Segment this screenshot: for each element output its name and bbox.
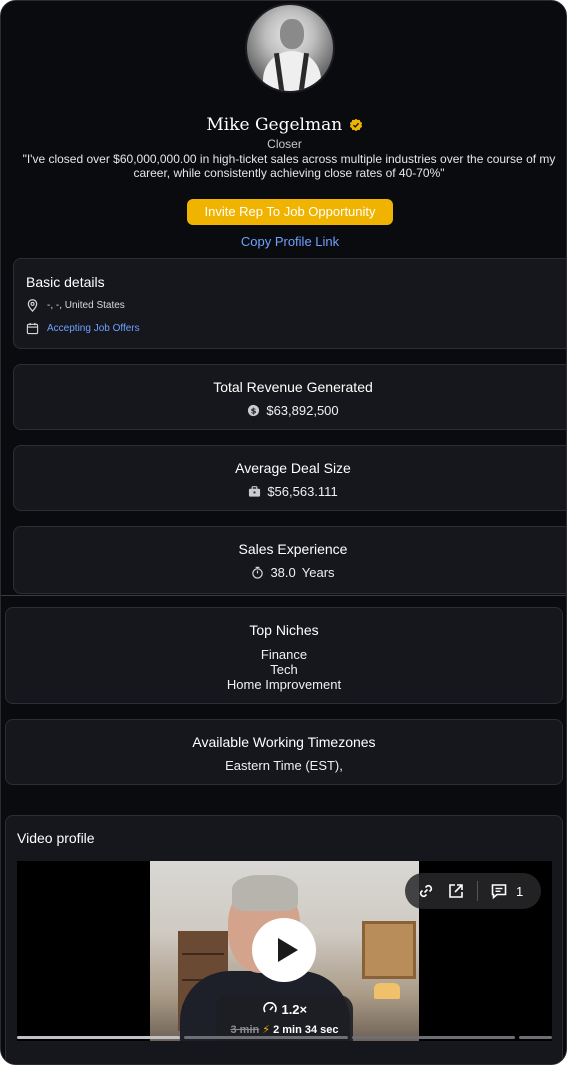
fast-duration: 2 min 34 sec xyxy=(273,1024,339,1036)
revenue-value: $63,892,500 xyxy=(266,403,339,418)
profile-name: Mike Gegelman xyxy=(206,115,343,135)
deal-size-value-row: $56,563.111 xyxy=(14,484,566,501)
revenue-title: Total Revenue Generated xyxy=(213,379,373,395)
sales-experience-unit: Years xyxy=(301,565,335,580)
verified-badge-icon xyxy=(349,118,362,132)
job-status-text: Accepting Job Offers xyxy=(47,323,140,334)
avatar xyxy=(245,3,335,93)
timezones-title: Available Working Timezones xyxy=(192,734,376,750)
playback-rate-row: 1.2× xyxy=(216,1001,353,1017)
video-player[interactable]: 1 1.2× 3 min ⚡ 2 min 34 sec xyxy=(17,861,552,1041)
timezones-value: Eastern Time (EST), xyxy=(225,758,343,773)
deal-size-title: Average Deal Size xyxy=(235,460,351,476)
video-progress-bar[interactable] xyxy=(17,1036,552,1041)
niche-item: Tech xyxy=(270,662,298,677)
copy-profile-link[interactable]: Copy Profile Link xyxy=(1,234,566,249)
external-link-icon[interactable] xyxy=(447,882,465,900)
location-pin-icon xyxy=(27,299,38,312)
revenue-value-row: $ $63,892,500 xyxy=(14,403,566,420)
original-duration: 3 min xyxy=(230,1024,260,1036)
playback-speed-panel[interactable]: 1.2× 3 min ⚡ 2 min 34 sec xyxy=(216,995,353,1041)
profile-header-pane: Mike Gegelman Closer "I've closed over $… xyxy=(1,1,566,595)
sales-experience-title: Sales Experience xyxy=(238,541,348,557)
svg-text:$: $ xyxy=(251,405,257,415)
deal-size-value: $56,563.111 xyxy=(267,484,338,499)
profile-page: Mike Gegelman Closer "I've closed over $… xyxy=(0,0,567,1065)
toolbar-divider xyxy=(477,881,478,901)
playback-rate: 1.2× xyxy=(281,1002,308,1017)
link-icon[interactable] xyxy=(417,882,435,900)
dollar-coin-icon: $ xyxy=(248,404,260,417)
duration-row: 3 min ⚡ 2 min 34 sec xyxy=(216,1023,353,1036)
revenue-card: Total Revenue Generated $ $63,892,500 xyxy=(13,364,566,430)
timezones-card: Available Working Timezones Eastern Time… xyxy=(5,719,563,785)
comment-count: 1 xyxy=(516,883,524,899)
progress-segment xyxy=(184,1036,348,1039)
stopwatch-icon xyxy=(252,566,264,579)
sales-experience-card: Sales Experience 38.0 Years xyxy=(13,526,566,594)
video-toolbar: 1 xyxy=(405,873,541,909)
location-text: -, -, United States xyxy=(47,300,125,311)
progress-segment xyxy=(17,1036,181,1039)
lightning-icon: ⚡ xyxy=(262,1024,271,1036)
video-profile-card: Video profile 1 1.2× 3 min ⚡ 2 min 34 se… xyxy=(5,815,563,1064)
basic-details-title: Basic details xyxy=(26,274,105,290)
progress-segment xyxy=(351,1036,516,1039)
niche-item: Finance xyxy=(260,647,308,662)
top-niches-title: Top Niches xyxy=(249,622,319,638)
sales-experience-value: 38.0 xyxy=(270,565,296,580)
profile-role: Closer xyxy=(267,137,302,151)
top-niches-card: Top Niches Finance Tech Home Improvement xyxy=(5,607,563,704)
name-row: Mike Gegelman xyxy=(1,115,566,135)
deal-size-card: Average Deal Size $56,563.111 xyxy=(13,445,566,511)
speed-icon xyxy=(263,1001,277,1013)
play-button[interactable] xyxy=(252,918,316,982)
job-status-row: Accepting Job Offers xyxy=(26,322,140,335)
profile-quote: "I've closed over $60,000,000.00 in high… xyxy=(22,152,556,180)
niche-list: Finance Tech Home Improvement xyxy=(6,647,562,692)
sales-experience-value-row: 38.0 Years xyxy=(14,565,566,582)
invite-rep-button[interactable]: Invite Rep To Job Opportunity xyxy=(187,199,393,225)
niche-item: Home Improvement xyxy=(226,677,342,692)
video-profile-title: Video profile xyxy=(17,830,95,846)
comment-icon[interactable] xyxy=(490,882,508,900)
calendar-icon xyxy=(26,322,39,335)
briefcase-icon xyxy=(249,486,261,497)
basic-details-card: Basic details -, -, United States Accept… xyxy=(13,258,566,349)
progress-segment xyxy=(519,1036,552,1039)
location-row: -, -, United States xyxy=(26,299,125,312)
